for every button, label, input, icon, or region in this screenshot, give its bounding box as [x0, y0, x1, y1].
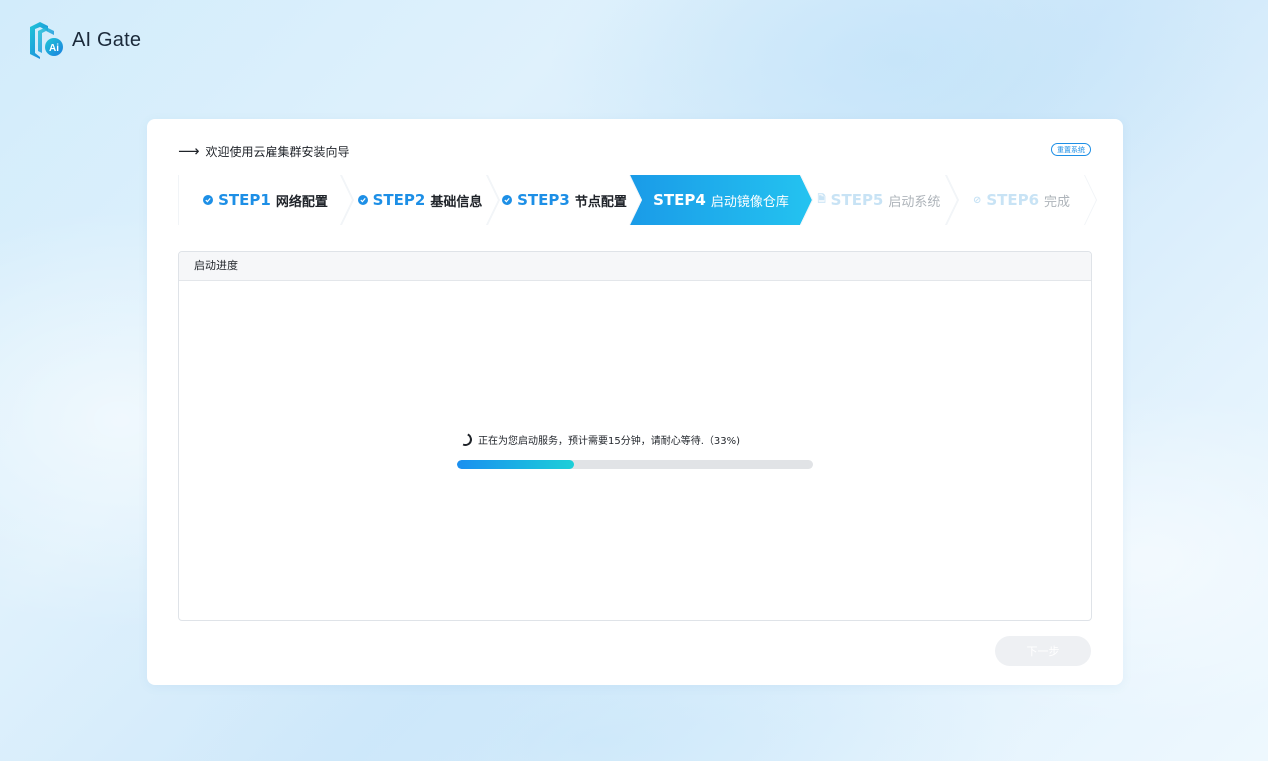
check-circle-icon [358, 195, 368, 205]
progress-fill [457, 460, 575, 469]
status-line: 正在为您启动服务，预计需要15分钟，请耐心等待.（33%) [457, 431, 741, 448]
step-label: 启动镜像仓库 [710, 194, 789, 210]
ai-gate-logo-icon: Ai [30, 22, 63, 59]
app-logo: Ai AI Gate [26, 19, 141, 61]
check-circle-icon [502, 195, 512, 205]
step-code: STEP1 [218, 191, 271, 209]
step-code: STEP6 [986, 191, 1040, 209]
step-label: 节点配置 [574, 194, 627, 210]
step-label: 网络配置 [275, 194, 328, 210]
progress-panel: 启动进度 正在为您启动服务，预计需要15分钟，请耐心等待.（33%) [178, 251, 1092, 621]
step-code: STEP5 [830, 191, 884, 209]
svg-text:Ai: Ai [49, 43, 59, 54]
step-2[interactable]: STEP2 基础信息 [341, 175, 499, 225]
wizard-card: ⟶ 欢迎使用云雇集群安装向导 重置系统 STEP1 网络配置 STEP2 基础信… [147, 119, 1123, 685]
step-3[interactable]: STEP3 节点配置 [487, 175, 642, 225]
panel-title: 启动进度 [179, 252, 1091, 281]
step-4[interactable]: STEP4 启动镜像仓库 [630, 175, 812, 225]
step-indicator: STEP1 网络配置 STEP2 基础信息 STEP3 节点配置 STEP4 启… [178, 175, 1098, 225]
step-label: 启动系统 [888, 194, 941, 210]
reset-system-button[interactable]: 重置系统 [1051, 143, 1091, 156]
step-code: STEP3 [517, 191, 570, 209]
progress-bar [457, 460, 813, 469]
step-code: STEP4 [653, 191, 706, 209]
loading-spinner-icon [457, 431, 474, 448]
step-label: 完成 [1044, 194, 1071, 210]
app-name: AI Gate [72, 28, 142, 51]
status-text: 正在为您启动服务，预计需要15分钟，请耐心等待.（33%) [478, 436, 741, 447]
welcome-title: 欢迎使用云雇集群安装向导 [205, 145, 350, 159]
step-6[interactable]: ⊘ STEP6 完成 [946, 175, 1097, 225]
step-1[interactable]: STEP1 网络配置 [178, 175, 353, 225]
step-5[interactable]: 🗎 STEP5 启动系统 [800, 175, 958, 225]
file-icon: 🗎 [817, 193, 826, 205]
check-circle-outline-icon: ⊘ [972, 194, 982, 206]
step-code: STEP2 [372, 191, 426, 209]
check-circle-icon [203, 195, 213, 205]
next-step-button[interactable]: 下一步 [995, 636, 1091, 666]
welcome-header: ⟶ 欢迎使用云雇集群安装向导 [178, 143, 350, 160]
arrow-right-icon: ⟶ [178, 142, 200, 160]
step-label: 基础信息 [430, 194, 483, 210]
